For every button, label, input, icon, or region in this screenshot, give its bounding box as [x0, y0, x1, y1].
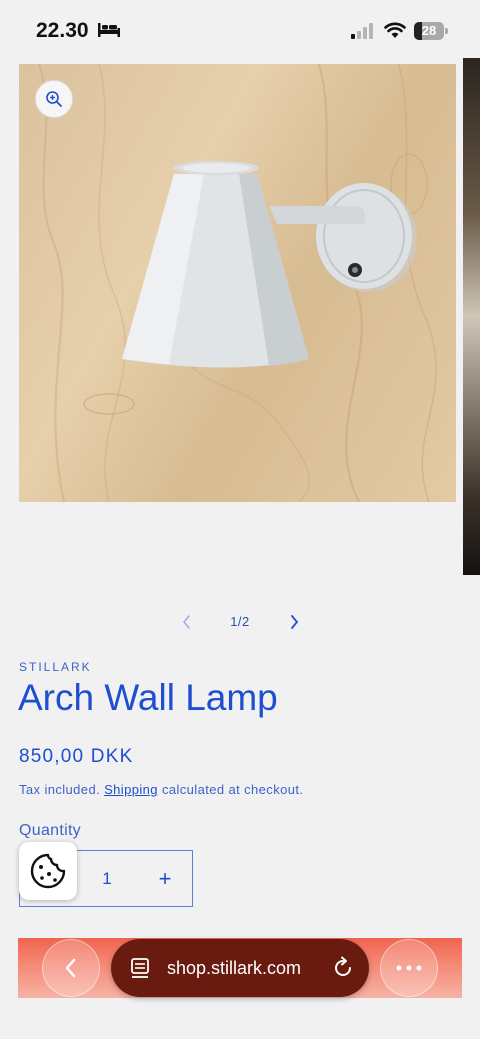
reload-icon[interactable] [331, 956, 355, 980]
bed-icon [98, 23, 120, 37]
zoom-in-icon [46, 91, 62, 107]
battery-level: 28 [421, 23, 437, 38]
next-product-image[interactable] [463, 58, 480, 575]
url-text[interactable]: shop.stillark.com [167, 939, 301, 997]
tax-note-prefix: Tax included. [19, 782, 101, 797]
status-time: 22.30 [36, 19, 89, 42]
battery-icon: 28 [414, 22, 448, 40]
image-pager: 1/2 [0, 606, 480, 638]
quantity-label: Quantity [19, 822, 81, 839]
quantity-increase-button[interactable]: + [136, 851, 194, 906]
reader-icon[interactable] [129, 957, 151, 979]
product-title: Arch Wall Lamp [18, 677, 278, 718]
product-vendor: STILLARK [19, 660, 92, 674]
cellular-signal-icon [351, 23, 373, 39]
toolbar-fade [0, 998, 480, 1039]
image-counter: 1/2 [230, 614, 250, 629]
product-price: 850,00 DKK [19, 746, 134, 767]
status-bar: 22.30 28 [0, 0, 480, 58]
more-options-button[interactable] [380, 939, 438, 997]
back-chevron-icon [65, 958, 76, 978]
tax-note: Tax included. Shipping calculated at che… [19, 782, 303, 797]
cookie-settings-button[interactable] [19, 842, 77, 900]
product-image[interactable] [19, 64, 456, 502]
wifi-icon [384, 22, 406, 38]
wood-grain-texture [38, 64, 437, 502]
more-icon [396, 965, 422, 971]
quantity-input[interactable]: 1 [78, 851, 136, 906]
browser-back-button[interactable] [42, 939, 100, 997]
cookie-icon [30, 853, 66, 889]
chevron-right-icon[interactable] [284, 612, 304, 632]
shipping-link[interactable]: Shipping [104, 782, 158, 797]
chevron-left-icon[interactable] [177, 612, 197, 632]
address-bar[interactable]: shop.stillark.com [111, 939, 369, 997]
tax-note-suffix: calculated at checkout. [161, 782, 304, 797]
zoom-button[interactable] [35, 80, 73, 118]
